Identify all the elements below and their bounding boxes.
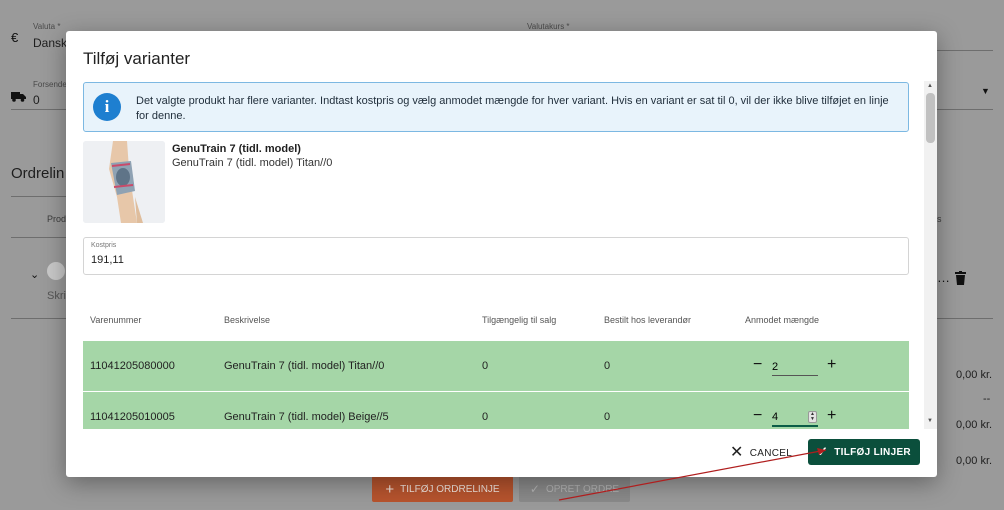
select-underline xyxy=(937,109,993,110)
header-divider xyxy=(11,237,66,238)
amount-subtotal: 0,00 kr. xyxy=(956,369,993,381)
forsendelse-field[interactable]: 0 xyxy=(33,93,40,107)
cell-item-number: 11041205080000 xyxy=(90,360,175,372)
header-ordered: Bestilt hos leverandør xyxy=(604,315,692,325)
row-divider-right xyxy=(937,318,993,319)
scroll-up-icon[interactable]: ▲ xyxy=(927,83,933,89)
cancel-label: CANCEL xyxy=(749,447,793,459)
check-icon: ✓ xyxy=(529,482,540,496)
cost-price-label: Kostpris xyxy=(91,242,117,249)
row-divider xyxy=(11,318,66,319)
truck-icon xyxy=(11,90,26,105)
quantity-stepper: − ▲▼ + xyxy=(753,406,853,428)
amount-dash: -- xyxy=(983,393,991,405)
create-order-button[interactable]: ✓ OPRET ORDRE xyxy=(519,476,630,502)
plus-icon[interactable]: + xyxy=(827,355,836,375)
scrollbar-thumb[interactable] xyxy=(926,93,935,143)
euro-icon: € xyxy=(11,30,19,45)
cell-item-number: 11041205010005 xyxy=(90,411,175,423)
more-dots-icon[interactable]: … xyxy=(937,270,950,285)
check-icon: ✓ xyxy=(817,444,829,459)
info-alert: i Det valgte produkt har flere varianter… xyxy=(83,82,909,132)
quantity-input[interactable] xyxy=(772,358,818,376)
cell-available: 0 xyxy=(482,411,489,423)
cell-ordered: 0 xyxy=(604,411,611,423)
dialog-content: i Det valgte produkt har flere varianter… xyxy=(66,81,937,429)
valuta-label: Valuta * xyxy=(33,22,61,31)
product-avatar xyxy=(47,262,65,280)
minus-icon[interactable]: − xyxy=(753,355,762,375)
dropdown-arrow-icon[interactable]: ▼ xyxy=(981,86,990,96)
comment-input[interactable]: Skri xyxy=(47,290,66,302)
trash-icon[interactable] xyxy=(955,271,966,288)
header-item-number: Varenummer xyxy=(90,315,142,325)
scrollbar[interactable]: ▲ ▼ xyxy=(924,81,937,429)
create-order-label: OPRET ORDRE xyxy=(545,483,620,495)
quantity-stepper: − + xyxy=(753,355,853,377)
header-requested-qty: Anmodet mængde xyxy=(745,315,820,325)
amount-tax: 0,00 kr. xyxy=(956,419,993,431)
cell-ordered: 0 xyxy=(604,360,611,372)
product-name: GenuTrain 7 (tidl. model) xyxy=(172,143,301,155)
section-title: Ordrelin xyxy=(11,165,65,182)
chevron-down-icon[interactable]: ⌄ xyxy=(30,268,39,281)
forsendelse-underline xyxy=(11,109,66,110)
info-icon: i xyxy=(93,93,121,121)
column-product: Prod xyxy=(47,214,67,224)
table-row: 11041205010005 GenuTrain 7 (tidl. model)… xyxy=(83,392,909,429)
add-lines-label: TILFØJ LINJER xyxy=(834,446,911,458)
product-image xyxy=(83,141,165,223)
amount-total: 0,00 kr. xyxy=(956,455,993,467)
forsendelse-label: Forsende xyxy=(33,80,67,89)
add-lines-button[interactable]: ✓ TILFØJ LINJER xyxy=(808,439,920,465)
header-available: Tilgængelig til salg xyxy=(482,315,557,325)
info-text: Det valgte produkt har flere varianter. … xyxy=(136,95,889,122)
cost-price-field[interactable]: Kostpris xyxy=(83,237,909,275)
add-order-line-button[interactable]: + TILFØJ ORDRELINJE xyxy=(372,476,513,502)
column-s: s xyxy=(937,214,942,224)
plus-icon: + xyxy=(385,480,395,498)
valutakurs-label: Valutakurs * xyxy=(527,22,570,31)
table-row: 11041205080000 GenuTrain 7 (tidl. model)… xyxy=(83,341,909,391)
cancel-button[interactable]: ✕ CANCEL xyxy=(730,441,794,465)
cell-description: GenuTrain 7 (tidl. model) Beige//5 xyxy=(224,411,389,423)
cost-price-input[interactable] xyxy=(91,254,391,266)
plus-icon[interactable]: + xyxy=(827,406,836,426)
dialog-title: Tilføj varianter xyxy=(83,49,191,68)
spinner-arrows-icon[interactable]: ▲ ▼ xyxy=(808,411,817,423)
dialog-actions: ✕ CANCEL ✓ TILFØJ LINJER xyxy=(66,429,937,477)
close-icon: ✕ xyxy=(730,444,744,461)
add-order-line-label: TILFØJ ORDRELINJE xyxy=(400,483,500,495)
add-variants-dialog: Tilføj varianter i Det valgte produkt ha… xyxy=(66,31,937,477)
product-variant: GenuTrain 7 (tidl. model) Titan//0 xyxy=(172,157,333,169)
cell-description: GenuTrain 7 (tidl. model) Titan//0 xyxy=(224,360,385,372)
header-description: Beskrivelse xyxy=(224,315,271,325)
section-divider xyxy=(11,196,66,197)
minus-icon[interactable]: − xyxy=(753,406,762,426)
cell-available: 0 xyxy=(482,360,489,372)
scroll-down-icon[interactable]: ▼ xyxy=(927,418,933,424)
